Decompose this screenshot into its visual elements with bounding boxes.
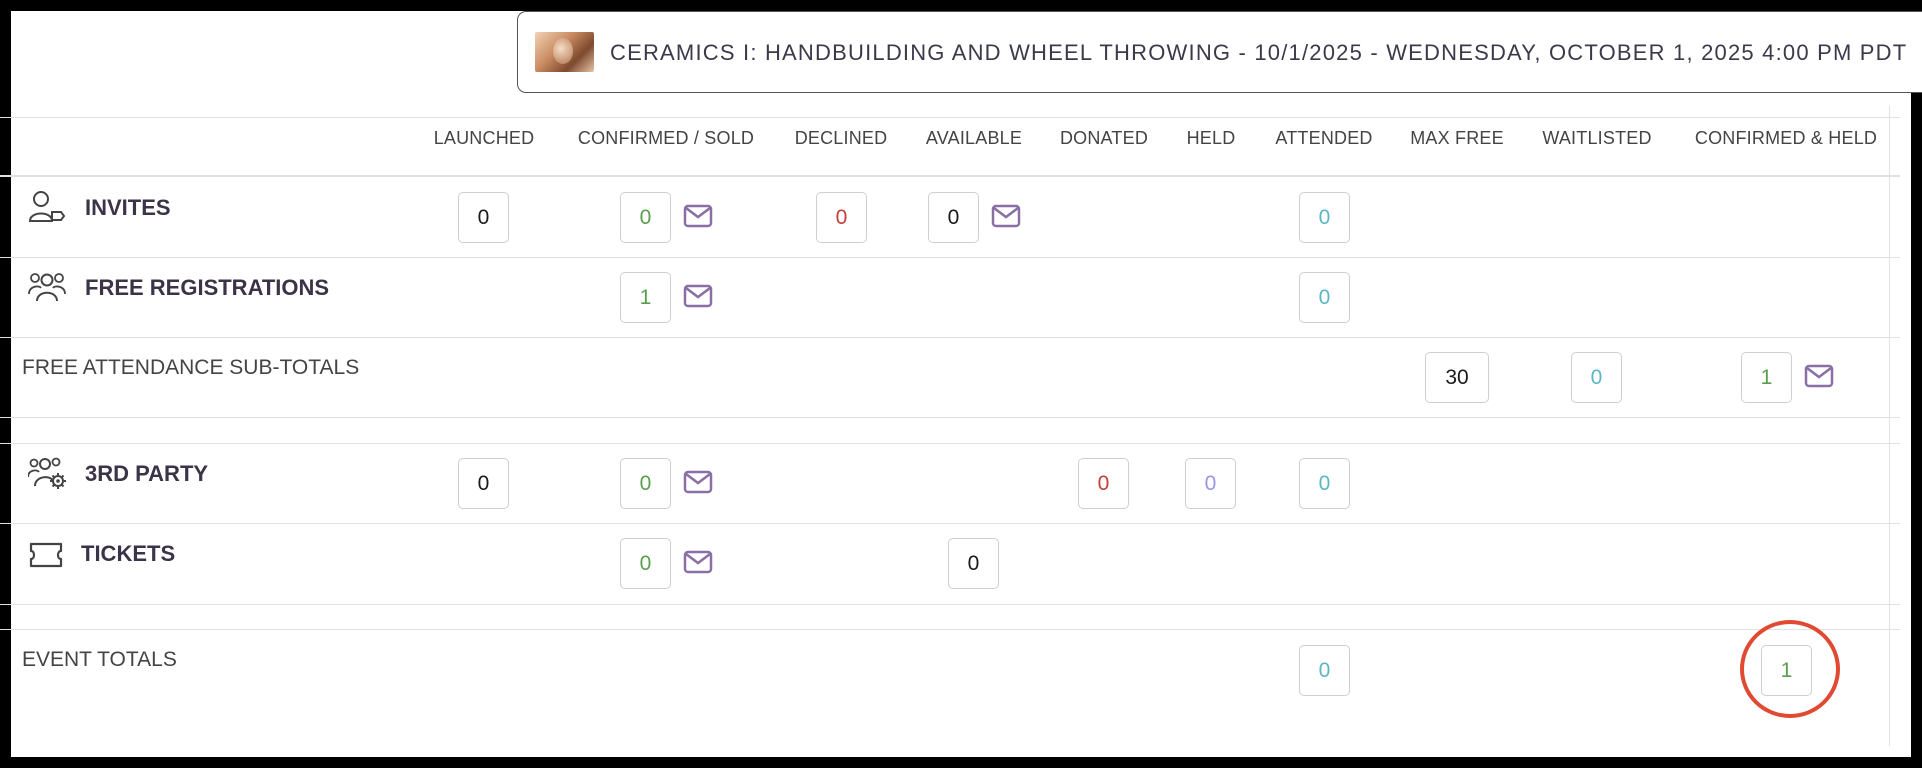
row-divider xyxy=(0,629,1900,630)
free-subtotal-confirmed-held-cell[interactable]: 1 xyxy=(1741,352,1792,403)
row-label-event-totals: EVENT TOTALS xyxy=(22,648,177,671)
row-label-tickets: TICKETS xyxy=(81,541,176,566)
highlight-circle xyxy=(1740,620,1840,718)
col-confirmed-held: CONFIRMED & HELD xyxy=(1694,128,1878,148)
envelope-icon[interactable] xyxy=(683,284,713,308)
waitlisted-cell[interactable]: 0 xyxy=(1571,352,1622,403)
users-group-icon xyxy=(28,273,66,302)
users-gear-icon xyxy=(28,457,66,489)
row-divider xyxy=(0,257,1900,258)
tickets-confirmed-cell[interactable]: 0 xyxy=(620,538,671,589)
table-right-border xyxy=(1889,106,1890,746)
third-party-donated-cell[interactable]: 0 xyxy=(1078,458,1129,509)
row-label-third-party: 3RD PARTY xyxy=(85,461,209,486)
invites-attended-cell[interactable]: 0 xyxy=(1299,192,1350,243)
envelope-icon[interactable] xyxy=(1804,364,1834,388)
row-label-invites: INVITES xyxy=(85,195,171,220)
col-declined: DECLINED xyxy=(794,128,888,148)
envelope-icon[interactable] xyxy=(991,204,1021,228)
user-tag-icon xyxy=(28,191,66,222)
invites-declined-cell[interactable]: 0 xyxy=(816,192,867,243)
third-party-held-cell[interactable]: 0 xyxy=(1185,458,1236,509)
free-registrations-confirmed-cell[interactable]: 1 xyxy=(620,272,671,323)
envelope-icon[interactable] xyxy=(683,204,713,228)
row-divider xyxy=(0,417,1900,418)
ticket-icon xyxy=(29,542,63,568)
col-attended: ATTENDED xyxy=(1275,128,1373,148)
row-divider xyxy=(0,337,1900,338)
event-totals-attended-cell[interactable]: 0 xyxy=(1299,645,1350,696)
col-max-free: MAX FREE xyxy=(1410,128,1504,148)
row-label-free-subtotals: FREE ATTENDANCE SUB-TOTALS xyxy=(22,356,360,379)
row-divider xyxy=(0,443,1900,444)
table-top-border xyxy=(0,117,1900,118)
third-party-attended-cell[interactable]: 0 xyxy=(1299,458,1350,509)
col-confirmed-sold: CONFIRMED / SOLD xyxy=(577,128,755,148)
col-waitlisted: WAITLISTED xyxy=(1542,128,1652,148)
col-held: HELD xyxy=(1186,128,1236,148)
free-registrations-attended-cell[interactable]: 0 xyxy=(1299,272,1350,323)
row-divider xyxy=(0,604,1900,605)
event-thumbnail xyxy=(535,32,594,72)
event-summary-page xyxy=(11,11,1911,757)
col-donated: DONATED xyxy=(1059,128,1149,148)
invites-available-cell[interactable]: 0 xyxy=(928,192,979,243)
envelope-icon[interactable] xyxy=(683,550,713,574)
envelope-icon[interactable] xyxy=(683,470,713,494)
third-party-confirmed-cell[interactable]: 0 xyxy=(620,458,671,509)
invites-launched-cell[interactable]: 0 xyxy=(458,192,509,243)
col-launched: LAUNCHED xyxy=(433,128,535,148)
event-header[interactable]: CERAMICS I: HANDBUILDING AND WHEEL THROW… xyxy=(517,11,1922,93)
tickets-available-cell[interactable]: 0 xyxy=(948,538,999,589)
row-divider xyxy=(0,523,1900,524)
max-free-cell[interactable]: 30 xyxy=(1425,352,1489,403)
row-label-free-registrations: FREE REGISTRATIONS xyxy=(85,275,330,300)
invites-confirmed-cell[interactable]: 0 xyxy=(620,192,671,243)
third-party-launched-cell[interactable]: 0 xyxy=(458,458,509,509)
header-divider xyxy=(0,175,1900,177)
event-title: CERAMICS I: HANDBUILDING AND WHEEL THROW… xyxy=(610,40,1908,65)
col-available: AVAILABLE xyxy=(925,128,1023,148)
